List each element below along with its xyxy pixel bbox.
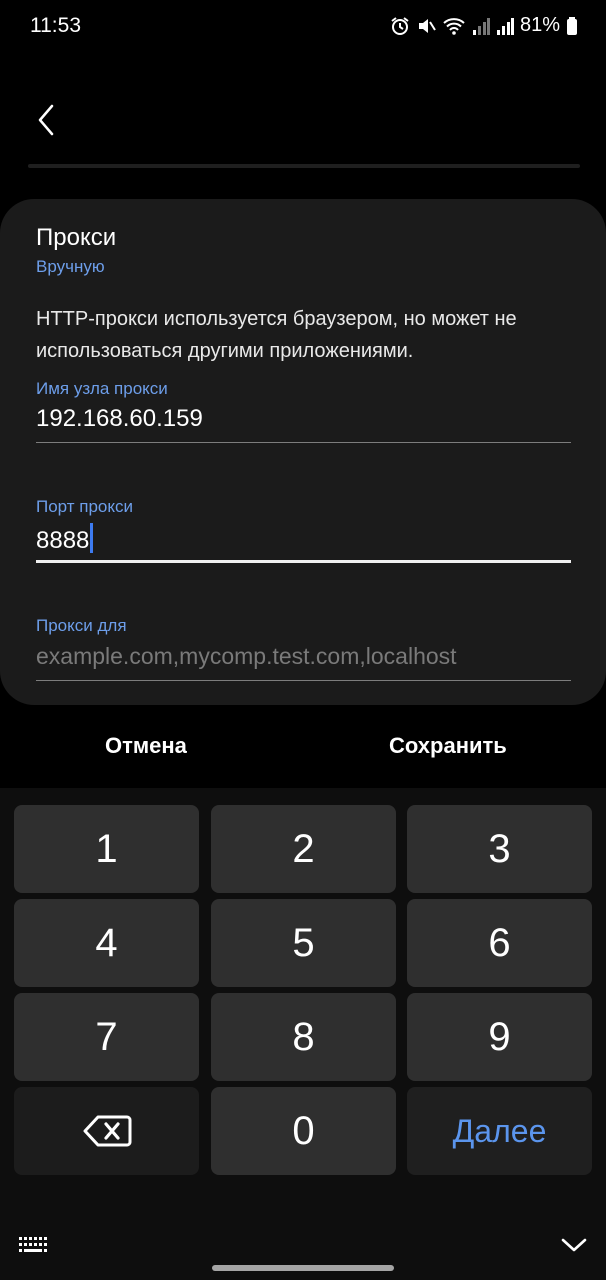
dialog-title: Прокси <box>36 224 117 251</box>
signal-icon <box>472 17 490 35</box>
battery-icon <box>567 16 577 35</box>
keyboard-icon <box>19 1237 47 1252</box>
key-6[interactable]: 6 <box>407 899 592 987</box>
save-button[interactable]: Сохранить <box>389 733 507 759</box>
dialog-subtitle[interactable]: Вручную <box>36 257 105 277</box>
dialog-description: HTTP-прокси используется браузером, но м… <box>36 308 517 362</box>
host-underline <box>36 442 571 443</box>
chevron-left-icon <box>38 104 54 136</box>
key-9[interactable]: 9 <box>407 993 592 1081</box>
keyboard-switch-button[interactable] <box>18 1233 50 1262</box>
text-cursor <box>90 523 94 553</box>
cancel-button[interactable]: Отмена <box>105 733 187 759</box>
port-label: Порт прокси <box>36 497 134 516</box>
key-2[interactable]: 2 <box>211 805 396 893</box>
key-3[interactable]: 3 <box>407 805 592 893</box>
back-button[interactable] <box>28 98 68 142</box>
key-0[interactable]: 0 <box>211 1087 396 1175</box>
status-icons: 81% <box>390 14 578 37</box>
key-1[interactable]: 1 <box>14 805 199 893</box>
host-field[interactable]: 192.168.60.159 <box>36 405 203 433</box>
chevron-down-icon <box>561 1238 587 1252</box>
numeric-keyboard: 1 2 3 4 5 6 7 8 9 0 Далее <box>0 788 606 1280</box>
host-label: Имя узла прокси <box>36 379 168 398</box>
divider <box>28 164 580 168</box>
wifi-icon <box>443 17 465 35</box>
bypass-label: Прокси для <box>36 616 127 635</box>
hide-keyboard-button[interactable] <box>560 1233 588 1262</box>
backspace-icon <box>83 1115 131 1147</box>
next-key[interactable]: Далее <box>407 1087 592 1175</box>
status-time: 11:53 <box>30 14 81 37</box>
bypass-field[interactable]: example.com,mycomp.test.com,localhost <box>36 643 457 670</box>
bypass-underline <box>36 680 571 681</box>
backspace-key[interactable] <box>14 1087 199 1175</box>
key-7[interactable]: 7 <box>14 993 199 1081</box>
port-underline <box>36 560 571 563</box>
alarm-icon <box>391 16 409 35</box>
port-field[interactable]: 8888 <box>36 523 94 555</box>
key-4[interactable]: 4 <box>14 899 199 987</box>
key-8[interactable]: 8 <box>211 993 396 1081</box>
signal-icon <box>496 17 514 35</box>
navigation-handle[interactable] <box>212 1265 394 1271</box>
key-5[interactable]: 5 <box>211 899 396 987</box>
port-value: 8888 <box>36 527 90 554</box>
mute-icon <box>418 18 436 33</box>
battery-percent: 81% <box>519 14 560 36</box>
